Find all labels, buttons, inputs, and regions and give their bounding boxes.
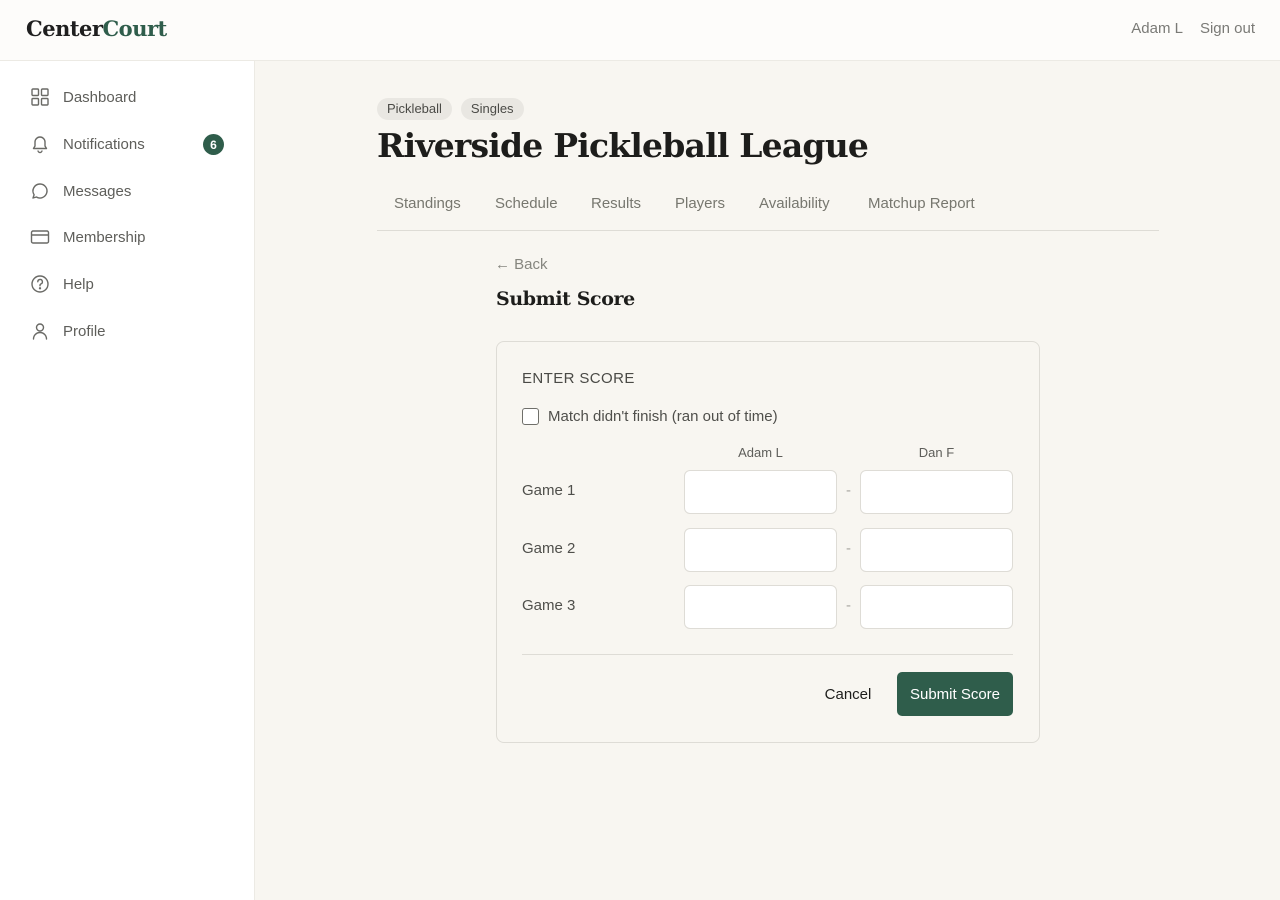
score-card: ENTER SCORE Match didn't finish (ran out… [496,341,1040,743]
game-2-player1-score[interactable] [684,528,837,572]
tab-results[interactable]: Results [591,195,641,212]
chat-bubble-icon [30,181,50,201]
section-title: ENTER SCORE [522,370,635,387]
sidebar-item-label: Messages [63,182,132,200]
sidebar-item-label: Help [63,275,94,293]
page-title: Riverside Pickleball League [377,126,869,165]
score-separator: - [846,540,851,557]
user-icon [30,321,50,341]
game-2-player2-score[interactable] [860,528,1013,572]
tab-players[interactable]: Players [675,195,725,212]
form-title: Submit Score [496,288,635,310]
game-3-player2-score[interactable] [860,585,1013,629]
score-separator: - [846,482,851,499]
player1-header: Adam L [738,445,783,460]
sidebar-item-membership[interactable]: Membership [30,222,225,252]
tab-schedule[interactable]: Schedule [495,195,558,212]
sidebar-item-help[interactable]: Help [30,269,225,299]
game-2-label: Game 2 [522,540,576,557]
sidebar: Dashboard Notifications 6 Messages Membe… [0,61,255,900]
tab-availability[interactable]: Availability [759,195,830,212]
form-divider [522,654,1013,655]
score-separator: - [846,597,851,614]
tab-matchup-report[interactable]: Matchup Report [868,195,975,212]
sign-out-link[interactable]: Sign out [1200,20,1255,37]
tab-standings[interactable]: Standings [394,195,461,212]
back-link[interactable]: ← Back [495,256,548,273]
user-name-link[interactable]: Adam L [1131,20,1183,37]
app-logo[interactable]: CenterCourt [26,16,167,41]
bell-icon [30,134,50,154]
submit-score-button[interactable]: Submit Score [897,672,1013,716]
league-tabs: Standings Schedule Results Players Avail… [377,190,1159,231]
question-circle-icon [30,274,50,294]
logo-text-court: Court [102,16,167,41]
sport-tag: Pickleball [377,98,452,120]
credit-card-icon [30,227,50,247]
player2-header: Dan F [918,445,955,460]
game-1-player2-score[interactable] [860,470,1013,514]
sidebar-item-notifications[interactable]: Notifications 6 [30,129,225,159]
grid-icon [30,87,50,107]
game-3-label: Game 3 [522,597,576,614]
game-1-player1-score[interactable] [684,470,837,514]
user-menu: Adam L Sign out [1131,20,1255,37]
sidebar-item-label: Notifications [63,135,145,153]
top-bar: CenterCourt Adam L Sign out [0,0,1280,61]
sidebar-item-label: Dashboard [63,88,137,106]
logo-text-center: Center [26,16,103,41]
sidebar-item-label: Profile [63,322,106,340]
game-1-label: Game 1 [522,482,576,499]
checkbox-label: Match didn't finish (ran out of time) [548,408,778,425]
incomplete-match-toggle[interactable]: Match didn't finish (ran out of time) [522,408,778,425]
sidebar-item-dashboard[interactable]: Dashboard [30,82,225,112]
sidebar-item-messages[interactable]: Messages [30,176,225,206]
sidebar-item-label: Membership [63,228,146,246]
notification-count-badge: 6 [203,134,224,155]
format-tag: Singles [460,98,524,120]
cancel-button[interactable]: Cancel [815,672,881,716]
sidebar-item-profile[interactable]: Profile [30,316,225,346]
league-tags: Pickleball Singles [377,98,524,120]
incomplete-match-checkbox[interactable] [522,408,539,425]
game-3-player1-score[interactable] [684,585,837,629]
